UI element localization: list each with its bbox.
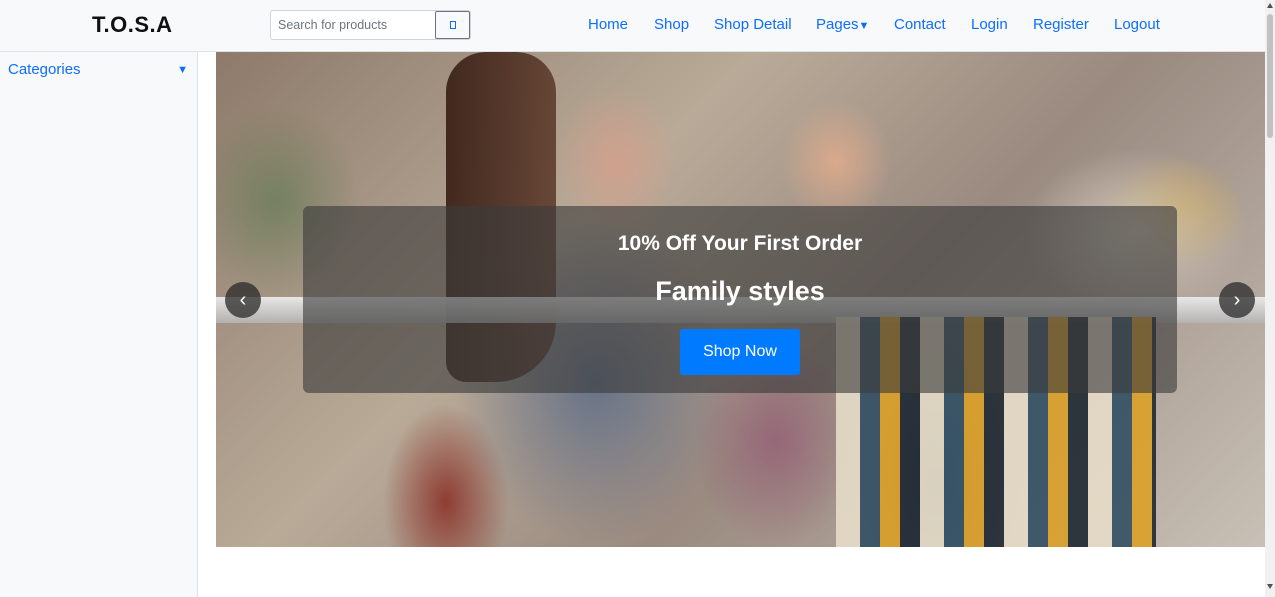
carousel-prev-button[interactable]: ‹: [225, 282, 261, 318]
search-input[interactable]: [271, 11, 435, 39]
scroll-thumb[interactable]: [1267, 14, 1273, 138]
nav-contact[interactable]: Contact: [894, 16, 946, 33]
promo-text: 10% Off Your First Order: [617, 232, 863, 255]
search-form: [270, 10, 471, 40]
nav-register[interactable]: Register: [1033, 16, 1089, 33]
search-button[interactable]: [435, 11, 470, 39]
brand-logo[interactable]: T.O.S.A: [92, 12, 173, 38]
sidebar: Categories ▼: [0, 52, 198, 597]
slide-title: Family styles: [655, 276, 825, 306]
top-navbar: T.O.S.A Home Shop Shop Detail Pages▼ Con…: [0, 0, 1265, 52]
search-icon: [449, 21, 456, 29]
chevron-right-icon: ›: [1233, 289, 1241, 311]
slide-caption: 10% Off Your First Order Family styles S…: [303, 206, 1177, 393]
shop-now-button[interactable]: Shop Now: [680, 329, 800, 375]
scroll-up-arrow-icon[interactable]: [1267, 3, 1273, 8]
hero-carousel: 10% Off Your First Order Family styles S…: [216, 52, 1265, 547]
categories-toggle[interactable]: Categories ▼: [8, 61, 188, 78]
scroll-down-arrow-icon[interactable]: [1267, 584, 1273, 589]
page-scrollbar[interactable]: [1265, 0, 1275, 597]
categories-label: Categories: [8, 61, 81, 78]
nav-pages-dropdown[interactable]: Pages▼: [816, 16, 869, 33]
chevron-down-icon: ▼: [177, 63, 188, 76]
carousel-next-button[interactable]: ›: [1219, 282, 1255, 318]
nav-home[interactable]: Home: [588, 16, 628, 33]
chevron-down-icon: ▼: [858, 20, 870, 32]
nav-shop[interactable]: Shop: [654, 16, 689, 33]
nav-shop-detail[interactable]: Shop Detail: [714, 16, 792, 33]
chevron-left-icon: ‹: [239, 289, 247, 311]
nav-logout[interactable]: Logout: [1114, 16, 1160, 33]
nav-login[interactable]: Login: [971, 16, 1008, 33]
nav-pages-label: Pages: [816, 16, 859, 33]
